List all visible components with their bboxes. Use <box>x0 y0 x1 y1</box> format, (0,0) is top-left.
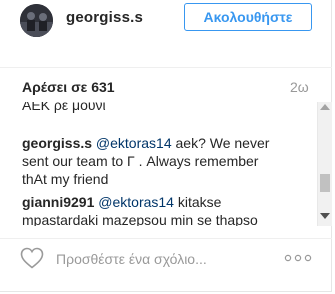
comment-mention[interactable]: @ektoras14 <box>96 135 172 151</box>
comment-item: gianni9291 @ektoras14 kitakse mpastardak… <box>22 193 312 226</box>
avatar-image <box>20 4 53 37</box>
post-author-username[interactable]: georgiss.s <box>66 9 143 26</box>
likes-count[interactable]: Αρέσει σε 631 <box>22 79 115 95</box>
comment-text: kitakse <box>173 194 222 210</box>
heart-outline-icon[interactable] <box>20 247 44 269</box>
scrollbar-thumb[interactable] <box>320 174 330 192</box>
comment-composer <box>0 238 332 292</box>
comment-item: georgiss.s @ektoras14 aek? We never sent… <box>22 134 312 188</box>
add-comment-input[interactable] <box>56 249 266 269</box>
comment-item: ΑΕΚ ρε μουνί <box>22 102 312 114</box>
comment-text: mpastardaki mazepsou min se thapso <box>22 212 258 226</box>
ellipsis-icon[interactable] <box>284 251 312 265</box>
comment-text: thAt my friend <box>22 171 109 187</box>
post-timestamp[interactable]: 2ω <box>290 79 309 95</box>
comment-mention[interactable]: @ektoras14 <box>98 194 174 210</box>
comment-text: sent our team to Γ . Always remember <box>22 153 259 169</box>
avatar[interactable] <box>20 4 53 37</box>
comment-username[interactable]: gianni9291 <box>22 194 94 210</box>
comment-username[interactable]: georgiss.s <box>22 135 92 151</box>
comment-text: ΑΕΚ ρε μουνί <box>22 102 106 113</box>
comment-text: aek? We never <box>171 135 270 151</box>
scroll-up-arrow-icon[interactable] <box>320 104 330 110</box>
scroll-down-arrow-icon[interactable] <box>320 213 330 219</box>
comments-scrollbar[interactable] <box>317 102 332 226</box>
comments-list: ΑΕΚ ρε μουνί georgiss.s @ektoras14 aek? … <box>0 102 332 226</box>
post-header: georgiss.s Ακολουθήστε <box>0 0 332 68</box>
follow-button[interactable]: Ακολουθήστε <box>184 3 312 31</box>
post-panel: georgiss.s Ακολουθήστε Αρέσει σε 631 2ω … <box>0 0 332 292</box>
